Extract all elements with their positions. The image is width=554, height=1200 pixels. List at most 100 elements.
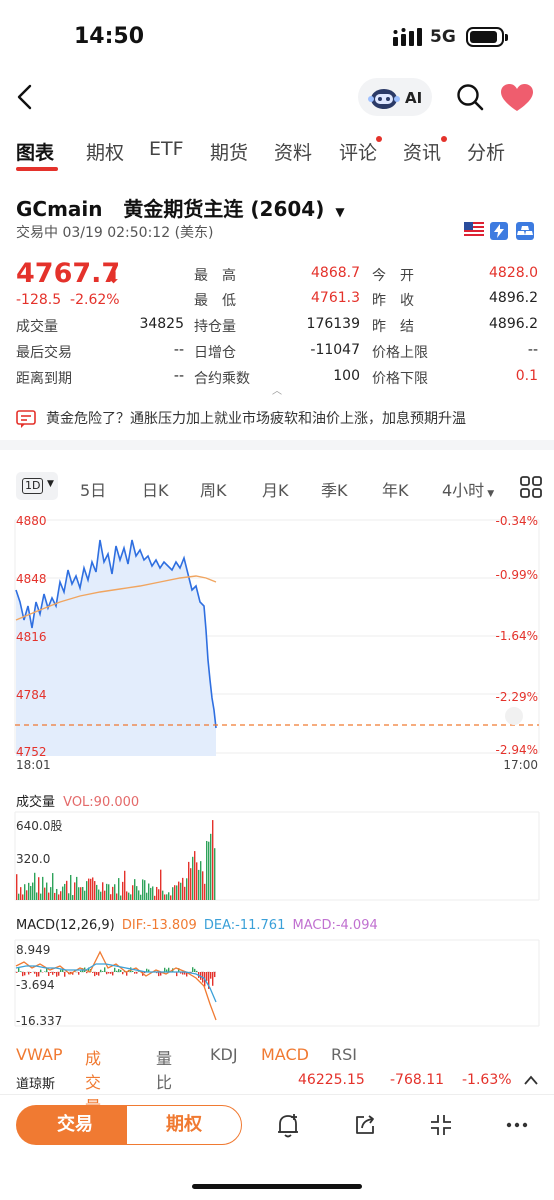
period-week-k[interactable]: 周K	[200, 477, 227, 501]
volume-bar	[70, 874, 72, 900]
volume-bar	[54, 892, 56, 900]
volume-bar	[114, 884, 116, 900]
prev-settle-value: 4896.2	[489, 316, 538, 332]
trading-status: 交易中 03/19 02:50:12 (美东)	[16, 225, 214, 241]
macd-bar	[52, 972, 54, 975]
gold-bars-badge-icon	[516, 222, 534, 240]
period-4h-label: 4小时	[442, 481, 485, 500]
period-day-k[interactable]: 日K	[142, 477, 169, 501]
tab-futures[interactable]: 期货	[210, 138, 248, 165]
instrument-symbol: GCmain	[16, 197, 103, 221]
macd-bar	[40, 969, 42, 972]
robot-icon	[368, 89, 400, 109]
macd-bar	[214, 972, 216, 978]
period-1d-button[interactable]: 1D ▼	[16, 472, 58, 500]
tab-profile[interactable]: 资料	[274, 138, 312, 165]
chevron-up-icon[interactable]	[523, 1074, 539, 1086]
period-year-k[interactable]: 年K	[382, 477, 409, 501]
indicator-vwap[interactable]: VWAP	[16, 1045, 62, 1064]
price-alert-icon[interactable]	[276, 1113, 300, 1139]
period-5d[interactable]: 5日	[80, 477, 106, 501]
macd-bar	[196, 970, 198, 972]
volume-bar	[190, 868, 192, 900]
period-4h[interactable]: 4小时 ▼	[442, 477, 494, 501]
volume-bar	[168, 892, 170, 900]
period-month-k[interactable]: 月K	[262, 477, 289, 501]
daily-oi-change-label: 日增仓	[194, 345, 236, 361]
indicator-rsi[interactable]: RSI	[331, 1045, 357, 1064]
macd-bar	[86, 972, 88, 974]
tab-chart[interactable]: 图表	[16, 138, 54, 165]
volume-bar	[184, 886, 186, 900]
volume-bar	[76, 876, 78, 900]
volume-bar	[188, 861, 190, 900]
volume-bar	[120, 895, 122, 900]
volume-reading: VOL:90.000	[63, 795, 140, 810]
ticker-percent: -1.63%	[462, 1072, 512, 1088]
lower-limit-value: 0.1	[515, 368, 538, 384]
tab-etf[interactable]: ETF	[149, 138, 184, 160]
layout-grid-icon[interactable]	[520, 476, 542, 498]
volume-bar	[156, 886, 158, 900]
macd-bar	[50, 972, 52, 973]
indicator-kdj[interactable]: KDJ	[210, 1045, 238, 1064]
macd-bar	[104, 967, 106, 972]
instrument-title[interactable]: GCmain 黄金期货主连 (2604) ▼	[16, 193, 345, 222]
macd-bar	[60, 969, 62, 972]
volume-bar	[52, 873, 54, 900]
tab-comments[interactable]: 评论	[339, 138, 377, 165]
volume-bar	[170, 895, 172, 900]
volume-bar	[64, 883, 66, 900]
tab-news[interactable]: 资讯	[403, 138, 441, 165]
index-ticker[interactable]: 道琼斯 46225.15 -768.11 -1.63%	[0, 1068, 554, 1094]
volume-bar	[88, 878, 90, 900]
macd-bar	[92, 972, 94, 973]
macd-bar	[64, 972, 66, 977]
volume-bar	[34, 872, 36, 900]
search-icon[interactable]	[456, 83, 484, 111]
volume-bar	[140, 894, 142, 900]
more-options-icon[interactable]	[506, 1122, 528, 1128]
volume-bar	[178, 881, 180, 900]
caret-down-icon: ▼	[47, 479, 54, 489]
last-trade-value: --	[173, 342, 184, 358]
ticker-name: 道琼斯	[16, 1077, 56, 1092]
collapse-caret-icon[interactable]: ︿	[272, 382, 282, 397]
macd-bar	[192, 967, 194, 972]
indicator-macd[interactable]: MACD	[261, 1045, 309, 1064]
volume-bar	[202, 871, 204, 900]
volume-bar	[22, 894, 24, 900]
macd-bar	[112, 972, 114, 976]
macd-bar	[194, 968, 196, 972]
comments-notification-dot	[376, 136, 382, 142]
volume-bar	[182, 877, 184, 900]
signal-icon	[393, 28, 422, 46]
tab-options[interactable]: 期权	[86, 138, 124, 165]
macd-bar	[94, 972, 96, 977]
back-icon[interactable]	[12, 84, 38, 110]
fullscreen-collapse-icon[interactable]	[430, 1114, 452, 1136]
to-expiry-label: 距离到期	[16, 371, 72, 387]
options-button[interactable]: 期权	[126, 1105, 242, 1145]
macd-bar	[114, 967, 116, 972]
volume-bar	[198, 869, 200, 900]
favorite-heart-icon[interactable]	[501, 84, 533, 112]
price-change: -128.5 -2.62%	[16, 292, 120, 308]
volume-bar	[194, 851, 196, 900]
volume-bar	[16, 874, 18, 900]
share-icon[interactable]	[354, 1114, 376, 1136]
upper-limit-label: 价格上限	[372, 345, 428, 361]
instrument-name: 黄金期货主连 (2604)	[123, 197, 325, 221]
change-percent: -2.62%	[70, 292, 120, 308]
intraday-price-chart[interactable]	[0, 510, 554, 770]
volume-bar	[116, 893, 118, 900]
macd-bar	[18, 968, 20, 972]
macd-bar	[38, 972, 40, 977]
lightning-badge-icon	[490, 222, 508, 240]
news-headline[interactable]: 黄金危险了？通胀压力加上就业市场疲软和油价上涨，加息预期升温	[46, 408, 466, 428]
tab-analysis[interactable]: 分析	[467, 138, 505, 165]
period-quarter-k[interactable]: 季K	[321, 477, 348, 501]
trade-button[interactable]: 交易	[16, 1105, 134, 1145]
macd-bar	[58, 972, 60, 976]
volume-value: 34825	[139, 316, 184, 332]
